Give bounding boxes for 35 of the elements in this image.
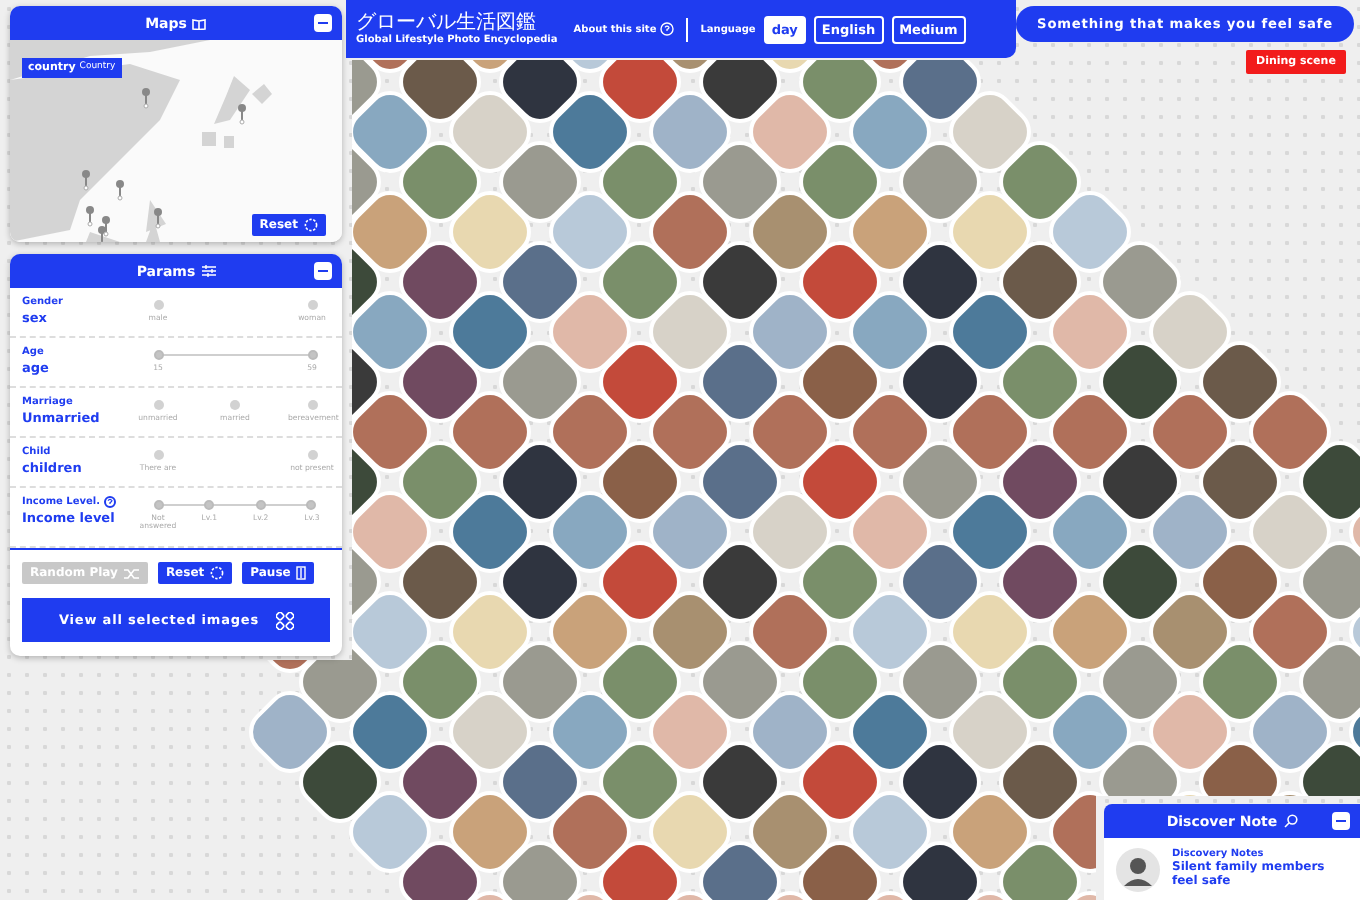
minimize-button[interactable] xyxy=(314,262,332,280)
map-pin-icon[interactable] xyxy=(142,88,150,109)
book-icon xyxy=(192,17,207,29)
option-dot[interactable] xyxy=(153,450,163,460)
option-dot[interactable] xyxy=(153,500,163,510)
map-pin-icon[interactable] xyxy=(82,170,90,191)
sliders-icon xyxy=(201,264,216,278)
option-dot[interactable] xyxy=(230,400,240,410)
shuffle-icon xyxy=(123,567,140,579)
help-icon xyxy=(660,22,675,36)
avatar-silhouette xyxy=(1116,848,1160,892)
option-dot[interactable] xyxy=(255,500,266,510)
reset-icon xyxy=(304,218,318,232)
option-dot[interactable] xyxy=(204,500,215,510)
map-pin-icon[interactable] xyxy=(238,104,246,125)
option-dot[interactable] xyxy=(307,300,317,310)
map-pin-icon[interactable] xyxy=(86,206,94,227)
option-dot[interactable] xyxy=(307,400,317,410)
grid-icon xyxy=(275,611,294,629)
option-dot[interactable] xyxy=(153,350,163,360)
site-title: グローバル生活図鑑 xyxy=(356,13,538,33)
option-dot[interactable] xyxy=(153,400,163,410)
map-pin-icon[interactable] xyxy=(102,216,110,237)
help-icon[interactable] xyxy=(104,496,117,508)
map-pin-icon[interactable] xyxy=(116,180,124,201)
minimize-button[interactable] xyxy=(314,14,332,32)
search-icon xyxy=(1283,814,1298,828)
map-pin-icon[interactable] xyxy=(154,208,162,229)
option-dot[interactable] xyxy=(307,450,317,460)
reset-icon xyxy=(210,566,225,580)
option-dot[interactable] xyxy=(306,500,317,510)
option-dot[interactable] xyxy=(153,300,163,310)
minimize-button[interactable] xyxy=(1332,812,1350,830)
pause-icon xyxy=(296,566,307,580)
option-dot[interactable] xyxy=(307,350,317,360)
